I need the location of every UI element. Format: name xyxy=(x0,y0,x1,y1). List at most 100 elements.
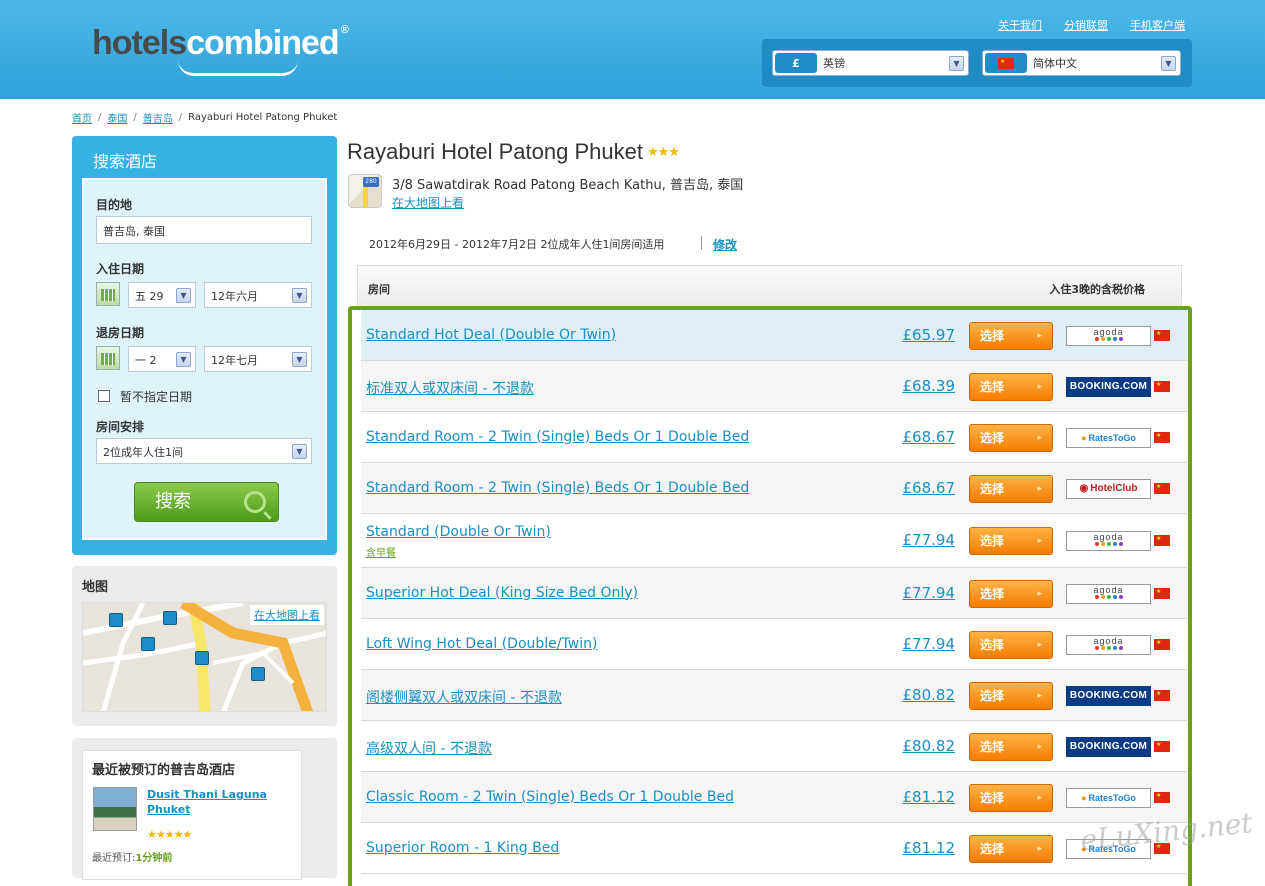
china-flag-icon xyxy=(1154,431,1170,443)
price-link[interactable]: £80.82 xyxy=(903,737,956,755)
hotel-title: Rayaburi Hotel Patong Phuket ★★★ xyxy=(347,139,680,164)
room-name-link[interactable]: Superior Hot Deal (King Size Bed Only) xyxy=(366,585,638,601)
search-panel-title: 搜索酒店 xyxy=(93,152,158,171)
select-button[interactable]: 选择 xyxy=(969,321,1053,350)
language-select[interactable]: 简体中文 ▼ xyxy=(982,50,1181,76)
edit-dates-link[interactable]: 修改 xyxy=(713,236,737,253)
ratestogo-logo[interactable]: RatesToGo xyxy=(1066,427,1151,448)
breakfast-included-link[interactable]: 含早餐 xyxy=(366,544,396,559)
agoda-logo[interactable]: agoda xyxy=(1066,634,1151,655)
breadcrumb-home[interactable]: 首页 xyxy=(72,110,92,125)
room-name-link[interactable]: Standard Room - 2 Twin (Single) Beds Or … xyxy=(366,429,749,445)
ratestogo-logo[interactable]: RatesToGo xyxy=(1066,787,1151,808)
select-button[interactable]: 选择 xyxy=(969,579,1053,608)
room-name-link[interactable]: Classic Room - 2 Twin (Single) Beds Or 1… xyxy=(366,789,734,805)
price-link[interactable]: £65.97 xyxy=(903,326,956,344)
room-name-link[interactable]: Standard Hot Deal (Double Or Twin) xyxy=(366,327,616,343)
recent-bookings-panel: 最近被预订的普吉岛酒店 Dusit Thani Laguna Phuket ★★… xyxy=(72,738,337,880)
price-link[interactable]: £68.67 xyxy=(903,428,956,446)
room-name-link[interactable]: Loft Wing Hot Deal (Double/Twin) xyxy=(366,636,597,652)
select-button[interactable]: 选择 xyxy=(969,732,1053,761)
china-flag-icon xyxy=(1154,791,1170,803)
rate-row: Standard Room - 2 Twin (Single) Beds Or … xyxy=(361,463,1187,514)
breadcrumb-country[interactable]: 泰国 xyxy=(107,110,127,125)
select-button[interactable]: 选择 xyxy=(969,474,1053,503)
currency-select[interactable]: £ 英镑 ▼ xyxy=(772,50,969,76)
recent-hotel-link[interactable]: Dusit Thani Laguna Phuket xyxy=(147,787,277,817)
large-map-link[interactable]: 在大地图上看 xyxy=(250,605,324,625)
room-name-link[interactable]: Standard (Double Or Twin) xyxy=(366,524,551,540)
hotelclub-logo[interactable]: HotelClub xyxy=(1066,478,1151,499)
checkout-day-select[interactable]: 一 2 ▼ xyxy=(128,346,196,372)
price-column-header: 入住3晚的含税价格 xyxy=(1049,283,1145,296)
price-link[interactable]: £81.12 xyxy=(903,788,956,806)
calendar-icon[interactable] xyxy=(96,282,120,306)
map-pin-icon[interactable] xyxy=(163,611,177,625)
select-button[interactable]: 选择 xyxy=(969,834,1053,863)
select-button[interactable]: 选择 xyxy=(969,423,1053,452)
price-link[interactable]: £77.94 xyxy=(903,635,956,653)
price-link[interactable]: £68.67 xyxy=(903,479,956,497)
booking-logo[interactable]: BOOKING.COM xyxy=(1066,376,1151,397)
logo-swoosh xyxy=(178,60,298,76)
room-name-link[interactable]: 标准双人或双床间 - 不退款 xyxy=(366,378,534,398)
price-link[interactable]: £77.94 xyxy=(903,584,956,602)
rate-row: 阁楼侧翼双人或双床间 - 不退款 £80.82 选择 BOOKING.COM xyxy=(361,670,1187,721)
room-name-link[interactable]: Standard Room - 2 Twin (Single) Beds Or … xyxy=(366,480,749,496)
breadcrumb-city[interactable]: 普吉岛 xyxy=(143,110,173,125)
agoda-logo[interactable]: agoda xyxy=(1066,531,1151,551)
view-large-map-link[interactable]: 在大地图上看 xyxy=(392,194,464,211)
currency-symbol: £ xyxy=(775,53,817,73)
select-button[interactable]: 选择 xyxy=(969,630,1053,659)
search-button[interactable]: 搜索 xyxy=(134,482,279,522)
mobile-link[interactable]: 手机客户端 xyxy=(1130,17,1185,33)
booking-logo[interactable]: BOOKING.COM xyxy=(1066,685,1151,706)
chevron-down-icon: ▼ xyxy=(292,444,307,459)
map-panel: 地图 在大地图上看 xyxy=(72,566,337,726)
room-name-link[interactable]: Superior Room - 1 King Bed xyxy=(366,840,559,856)
select-button[interactable]: 选择 xyxy=(969,372,1053,401)
rate-row: Superior Room - 1 King Bed£81.12选择RatesT… xyxy=(361,823,1187,874)
affiliate-link[interactable]: 分销联盟 xyxy=(1064,17,1108,33)
rate-row: 标准双人或双床间 - 不退款 £68.39 选择 BOOKING.COM xyxy=(361,361,1187,412)
chevron-down-icon: ▼ xyxy=(1161,56,1176,71)
select-button[interactable]: 选择 xyxy=(969,681,1053,710)
room-name-link[interactable]: 高级双人间 - 不退款 xyxy=(366,738,492,758)
price-link[interactable]: £77.94 xyxy=(903,531,956,549)
calendar-icon[interactable] xyxy=(96,346,120,370)
star-rating-icon: ★★★ xyxy=(646,144,680,159)
map-pin-icon[interactable] xyxy=(251,667,265,681)
search-icon xyxy=(244,491,266,513)
recent-title: 最近被预订的普吉岛酒店 xyxy=(92,763,236,778)
chevron-down-icon: ▼ xyxy=(292,352,307,367)
recent-hotel-thumbnail[interactable] xyxy=(93,787,137,831)
agoda-logo[interactable]: agoda xyxy=(1066,325,1151,346)
checkin-month-select[interactable]: 12年六月 ▼ xyxy=(204,282,312,308)
room-column-header: 房间 xyxy=(368,283,390,296)
map-pin-icon[interactable] xyxy=(195,651,209,665)
checkin-day-select[interactable]: 五 29 ▼ xyxy=(128,282,196,308)
rate-row: Standard Hot Deal (Double Or Twin) £65.97… xyxy=(361,310,1187,361)
agoda-logo[interactable]: agoda xyxy=(1066,583,1151,604)
select-button[interactable]: 选择 xyxy=(969,783,1053,812)
china-flag-icon xyxy=(1154,689,1170,701)
map-icon[interactable]: 280 xyxy=(348,174,382,208)
room-name-link[interactable]: 阁楼侧翼双人或双床间 - 不退款 xyxy=(366,687,562,707)
price-link[interactable]: £68.39 xyxy=(903,377,956,395)
rates-table-header: 房间 入住3晚的含税价格 xyxy=(357,265,1182,309)
about-link[interactable]: 关于我们 xyxy=(998,17,1042,33)
room-select[interactable]: 2位成年人住1间 ▼ xyxy=(96,438,312,464)
booking-logo[interactable]: BOOKING.COM xyxy=(1066,736,1151,757)
map-pin-icon[interactable] xyxy=(109,613,123,627)
destination-input[interactable]: 普吉岛, 泰国 xyxy=(96,216,312,244)
map-pin-icon[interactable] xyxy=(141,637,155,651)
chevron-down-icon: ▼ xyxy=(949,56,964,71)
no-dates-checkbox[interactable] xyxy=(98,390,110,402)
map-view[interactable]: 在大地图上看 xyxy=(82,602,327,712)
rate-row: Loft Wing Hot Deal (Double/Twin) £77.94 选择… xyxy=(361,619,1187,670)
site-logo[interactable]: hotelscombined ® xyxy=(92,24,349,63)
select-button[interactable]: 选择 xyxy=(969,527,1053,555)
checkout-month-select[interactable]: 12年七月 ▼ xyxy=(204,346,312,372)
price-link[interactable]: £80.82 xyxy=(903,686,956,704)
price-link[interactable]: £81.12 xyxy=(903,839,956,857)
